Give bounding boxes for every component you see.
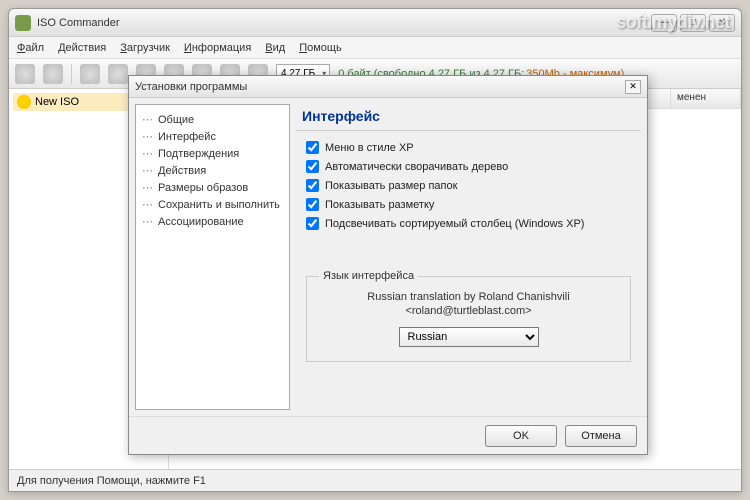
toolbar-btn-icon[interactable]	[80, 64, 100, 84]
check-folder-sizes: Показывать размер папок	[306, 179, 631, 192]
checkbox-label: Подсвечивать сортируемый столбец (Window…	[325, 218, 584, 230]
category-interface[interactable]: ⋯ Интерфейс	[140, 128, 285, 145]
checkbox-xp-menu[interactable]	[306, 141, 319, 154]
check-highlight-sort: Подсвечивать сортируемый столбец (Window…	[306, 217, 631, 230]
category-associations[interactable]: ⋯ Ассоциирование	[140, 213, 285, 230]
tree-item-label: New ISO	[35, 96, 79, 108]
checkbox-label: Автоматически сворачивать дерево	[325, 161, 508, 173]
menu-file[interactable]: Файл	[17, 42, 44, 54]
check-show-markup: Показывать разметку	[306, 198, 631, 211]
menubar: Файл Действия Загрузчик Информация Вид П…	[9, 37, 741, 59]
language-legend: Язык интерфейса	[319, 270, 418, 282]
tree-dots-icon: ⋯	[142, 130, 154, 143]
checkbox-autocollapse[interactable]	[306, 160, 319, 173]
menu-help[interactable]: Помощь	[299, 42, 342, 54]
category-label: Размеры образов	[158, 182, 248, 194]
maximize-button[interactable]: □	[680, 14, 706, 32]
settings-right-panel: Интерфейс Меню в стиле XP Автоматически …	[296, 104, 641, 410]
toolbar-open-icon[interactable]	[43, 64, 63, 84]
language-select[interactable]: Russian	[399, 327, 539, 347]
menu-view[interactable]: Вид	[265, 42, 285, 54]
tree-dots-icon: ⋯	[142, 113, 154, 126]
check-xp-menu: Меню в стиле XP	[306, 141, 631, 154]
toolbar-new-icon[interactable]	[15, 64, 35, 84]
close-button[interactable]: ✕	[709, 14, 735, 32]
toolbar-separator	[71, 64, 72, 84]
category-label: Действия	[158, 165, 206, 177]
menu-actions[interactable]: Действия	[58, 42, 106, 54]
statusbar: Для получения Помощи, нажмите F1	[9, 469, 741, 491]
menu-info[interactable]: Информация	[184, 42, 251, 54]
column-changed[interactable]: менен	[671, 89, 741, 108]
category-label: Сохранить и выполнить	[158, 199, 280, 211]
checkbox-folder-sizes[interactable]	[306, 179, 319, 192]
checkbox-highlight-sort[interactable]	[306, 217, 319, 230]
category-label: Общие	[158, 114, 194, 126]
toolbar-btn-icon[interactable]	[108, 64, 128, 84]
statusbar-text: Для получения Помощи, нажмите F1	[17, 475, 206, 487]
category-list: ⋯ Общие ⋯ Интерфейс ⋯ Подтверждения ⋯ Действ…	[135, 104, 290, 410]
tree-dots-icon: ⋯	[142, 181, 154, 194]
checkbox-label: Показывать размер папок	[325, 180, 457, 192]
cd-icon	[17, 95, 31, 109]
category-actions[interactable]: ⋯ Действия	[140, 162, 285, 179]
cancel-button[interactable]: Отмена	[565, 425, 637, 447]
checkbox-label: Показывать разметку	[325, 199, 434, 211]
app-icon	[15, 15, 31, 31]
dialog-close-button[interactable]: ✕	[625, 80, 641, 94]
ok-button[interactable]: OK	[485, 425, 557, 447]
checkbox-list: Меню в стиле XP Автоматически сворачиват…	[296, 141, 641, 230]
dialog-title: Установки программы	[135, 81, 625, 93]
panel-header: Интерфейс	[296, 104, 641, 131]
category-image-sizes[interactable]: ⋯ Размеры образов	[140, 179, 285, 196]
titlebar: ISO Commander — □ ✕	[9, 9, 741, 37]
minimize-button[interactable]: —	[651, 14, 677, 32]
credit-line2: <roland@turtleblast.com>	[319, 304, 618, 318]
dialog-titlebar: Установки программы ✕	[129, 76, 647, 98]
tree-dots-icon: ⋯	[142, 198, 154, 211]
credit-line1: Russian translation by Roland Chanishvil…	[319, 290, 618, 304]
category-label: Ассоциирование	[158, 216, 244, 228]
checkbox-show-markup[interactable]	[306, 198, 319, 211]
category-confirmations[interactable]: ⋯ Подтверждения	[140, 145, 285, 162]
tree-dots-icon: ⋯	[142, 215, 154, 228]
tree-dots-icon: ⋯	[142, 164, 154, 177]
check-autocollapse: Автоматически сворачивать дерево	[306, 160, 631, 173]
settings-dialog: Установки программы ✕ ⋯ Общие ⋯ Интерфейс …	[128, 75, 648, 455]
dialog-body: ⋯ Общие ⋯ Интерфейс ⋯ Подтверждения ⋯ Действ…	[129, 98, 647, 416]
window-title: ISO Commander	[37, 17, 648, 29]
language-group: Язык интерфейса Russian translation by R…	[296, 270, 641, 362]
dialog-buttons: OK Отмена	[129, 416, 647, 454]
menu-loader[interactable]: Загрузчик	[120, 42, 170, 54]
tree-dots-icon: ⋯	[142, 147, 154, 160]
translator-credit: Russian translation by Roland Chanishvil…	[319, 290, 618, 319]
category-general[interactable]: ⋯ Общие	[140, 111, 285, 128]
checkbox-label: Меню в стиле XP	[325, 142, 414, 154]
category-label: Подтверждения	[158, 148, 239, 160]
category-label: Интерфейс	[158, 131, 216, 143]
category-save-run[interactable]: ⋯ Сохранить и выполнить	[140, 196, 285, 213]
